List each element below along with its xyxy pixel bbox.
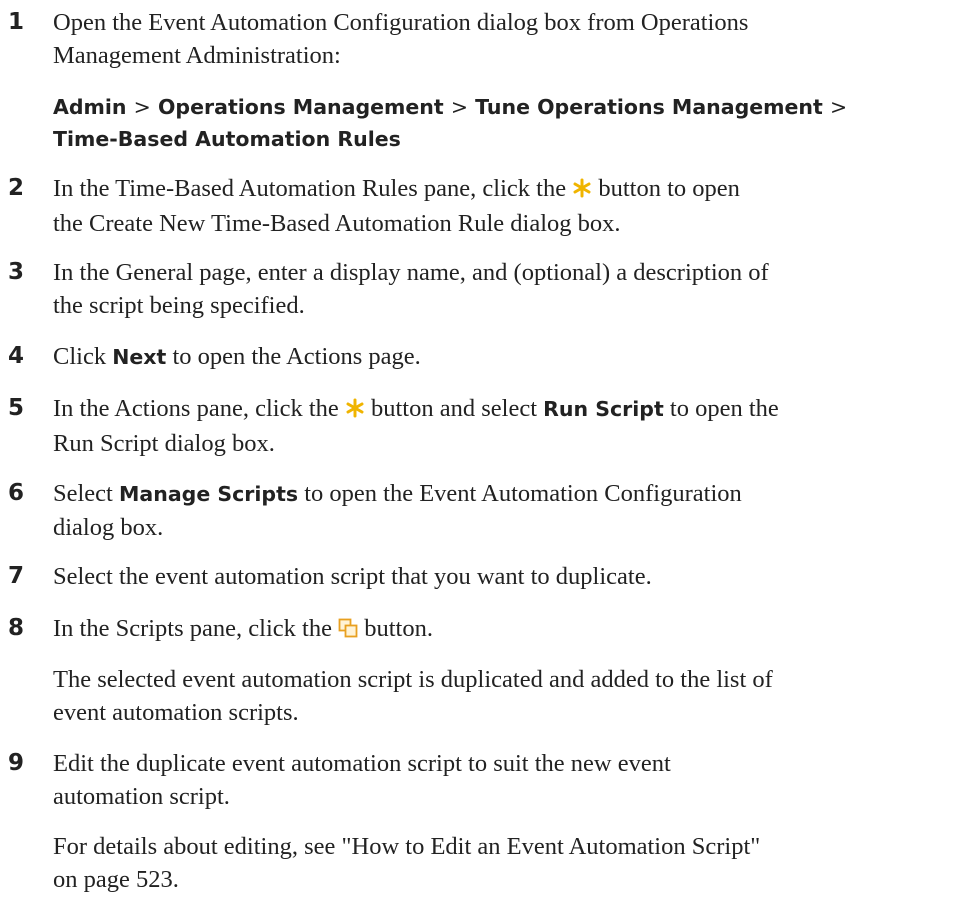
step-9-note-line-2: on page 523. xyxy=(53,866,179,893)
step-2: 2 In the Time-Based Automation Rules pan… xyxy=(0,172,940,240)
path-time-based-automation-rules: Time-Based Automation Rules xyxy=(53,127,401,151)
step-8-note-line-1: The selected event automation script is … xyxy=(53,666,773,693)
path-separator: > xyxy=(829,95,848,119)
step-2-line-2: the Create New Time-Based Automation Rul… xyxy=(53,210,621,237)
step-6: 6 Select Manage Scripts to open the Even… xyxy=(0,477,940,544)
step-9-line-1: Edit the duplicate event automation scri… xyxy=(53,750,671,777)
step-8: 8 In the Scripts pane, click the button. xyxy=(0,612,940,647)
step-5-text-after: to open the xyxy=(669,395,779,422)
path-admin: Admin xyxy=(53,95,127,119)
step-number: 3 xyxy=(8,259,25,285)
step-5-text: In the Actions pane, click the xyxy=(53,395,339,422)
manage-scripts-label: Manage Scripts xyxy=(119,482,299,506)
run-script-label: Run Script xyxy=(543,397,664,421)
step-1-line-2: Management Administration: xyxy=(53,42,341,69)
asterisk-star-icon xyxy=(345,394,365,427)
step-1: 1 Open the Event Automation Configuratio… xyxy=(0,6,940,72)
step-9-note-line-1: For details about editing, see "How to E… xyxy=(53,833,761,860)
step-8-text: In the Scripts pane, click the xyxy=(53,615,332,642)
step-number: 4 xyxy=(8,343,25,369)
step-number: 6 xyxy=(8,480,25,506)
step-5-line-2: Run Script dialog box. xyxy=(53,430,275,457)
duplicate-icon xyxy=(338,614,358,647)
step-number: 1 xyxy=(8,9,25,35)
path-operations-management: Operations Management xyxy=(158,95,444,119)
step-1-line-1: Open the Event Automation Configuration … xyxy=(53,9,749,36)
step-2-text: In the Time-Based Automation Rules pane,… xyxy=(53,175,567,202)
step-8-note: The selected event automation script is … xyxy=(0,663,940,729)
step-number: 7 xyxy=(8,563,25,589)
path-separator: > xyxy=(133,95,151,119)
step-4: 4 Click Next to open the Actions page. xyxy=(0,340,940,374)
path-separator: > xyxy=(450,95,469,119)
step-5-text-mid: button and select xyxy=(371,395,538,422)
navigation-path: Admin > Operations Management > Tune Ope… xyxy=(0,91,940,155)
step-number: 2 xyxy=(8,175,25,201)
next-button-label: Next xyxy=(112,345,167,369)
step-number: 8 xyxy=(8,615,25,641)
step-2-text-after: button to open xyxy=(598,175,740,202)
step-5: 5 In the Actions pane, click the button … xyxy=(0,392,940,460)
step-3-line-1: In the General page, enter a display nam… xyxy=(53,259,769,286)
step-9: 9 Edit the duplicate event automation sc… xyxy=(0,747,940,813)
asterisk-star-icon xyxy=(572,174,592,207)
step-8-note-line-2: event automation scripts. xyxy=(53,699,299,726)
step-4-text: Click xyxy=(53,343,107,370)
step-9-line-2: automation script. xyxy=(53,783,230,810)
step-8-text-after: button. xyxy=(364,615,433,642)
step-3: 3 In the General page, enter a display n… xyxy=(0,256,940,322)
path-tune-operations-management: Tune Operations Management xyxy=(475,95,823,119)
step-6-text: Select xyxy=(53,480,113,507)
document-page: 1 Open the Event Automation Configuratio… xyxy=(0,0,954,901)
step-7: 7 Select the event automation script tha… xyxy=(0,560,940,593)
step-3-line-2: the script being specified. xyxy=(53,292,305,319)
step-number: 5 xyxy=(8,395,25,421)
step-7-line-1: Select the event automation script that … xyxy=(53,563,652,590)
step-9-note: For details about editing, see "How to E… xyxy=(0,830,940,896)
step-6-text-after: to open the Event Automation Configurati… xyxy=(304,480,742,507)
step-6-line-2: dialog box. xyxy=(53,514,164,541)
step-number: 9 xyxy=(8,750,25,776)
step-4-text-after: to open the Actions page. xyxy=(172,343,421,370)
